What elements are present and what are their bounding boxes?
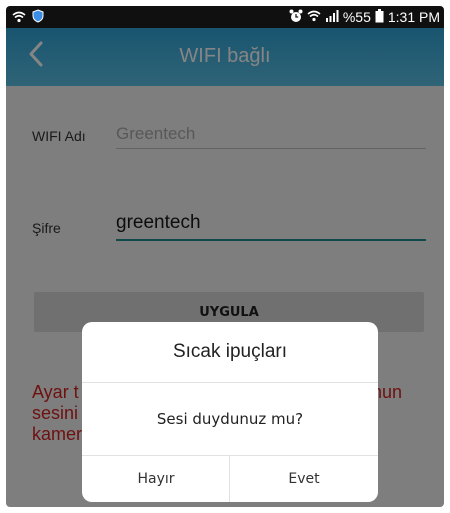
shield-icon xyxy=(32,8,44,27)
sound-confirm-dialog: Sıcak ipuçları Sesi duydunuz mu? Hayır E… xyxy=(82,322,378,502)
status-left-icons xyxy=(12,8,44,27)
phone-screen: %55 1:31 PM WIFI bağlı WIFI Adı Greentec… xyxy=(6,6,444,507)
yes-button[interactable]: Evet xyxy=(230,456,378,502)
battery-percent: %55 xyxy=(342,9,371,25)
cellular-signal-icon xyxy=(325,9,339,25)
wifi-signal-icon xyxy=(307,9,321,25)
wifi-icon xyxy=(12,8,26,27)
status-bar: %55 1:31 PM xyxy=(6,6,444,28)
no-button[interactable]: Hayır xyxy=(82,456,230,502)
dialog-message: Sesi duydunuz mu? xyxy=(156,410,304,428)
status-time: 1:31 PM xyxy=(387,9,440,25)
battery-icon xyxy=(375,8,384,26)
dialog-title: Sıcak ipuçları xyxy=(172,341,288,362)
alarm-icon xyxy=(289,9,303,26)
status-right-icons: %55 1:31 PM xyxy=(289,8,440,26)
